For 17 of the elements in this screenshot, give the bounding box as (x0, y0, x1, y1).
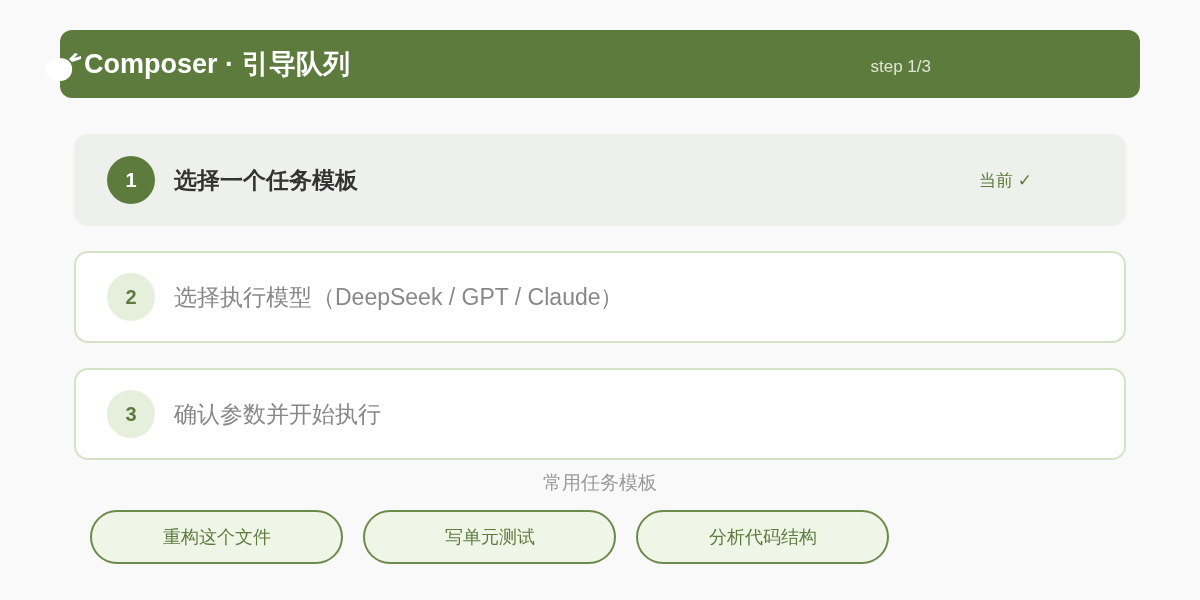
blob-icon (45, 50, 83, 82)
step-card[interactable]: 1 选择一个任务模板 当前 ✓ (74, 134, 1126, 226)
template-button[interactable]: 分析代码结构 (636, 510, 889, 564)
template-button[interactable]: 写单元测试 (363, 510, 616, 564)
step-card[interactable]: 2 选择执行模型（DeepSeek / GPT / Claude） (74, 251, 1126, 343)
step-counter: step 1/3 (870, 57, 931, 77)
header-title: Composer · 引导队列 (84, 48, 350, 81)
step-label: 选择执行模型（DeepSeek / GPT / Claude） (174, 282, 624, 312)
step-label: 选择一个任务模板 (174, 165, 358, 195)
step-number: 2 (107, 273, 155, 321)
step-card[interactable]: 3 确认参数并开始执行 (74, 368, 1126, 460)
step-number: 3 (107, 390, 155, 438)
step-label: 确认参数并开始执行 (174, 399, 381, 429)
template-button[interactable]: 重构这个文件 (90, 510, 343, 564)
step-number: 1 (107, 156, 155, 204)
current-status-label: 当前 ✓ (979, 169, 1032, 192)
section-title: 常用任务模板 (543, 471, 657, 495)
